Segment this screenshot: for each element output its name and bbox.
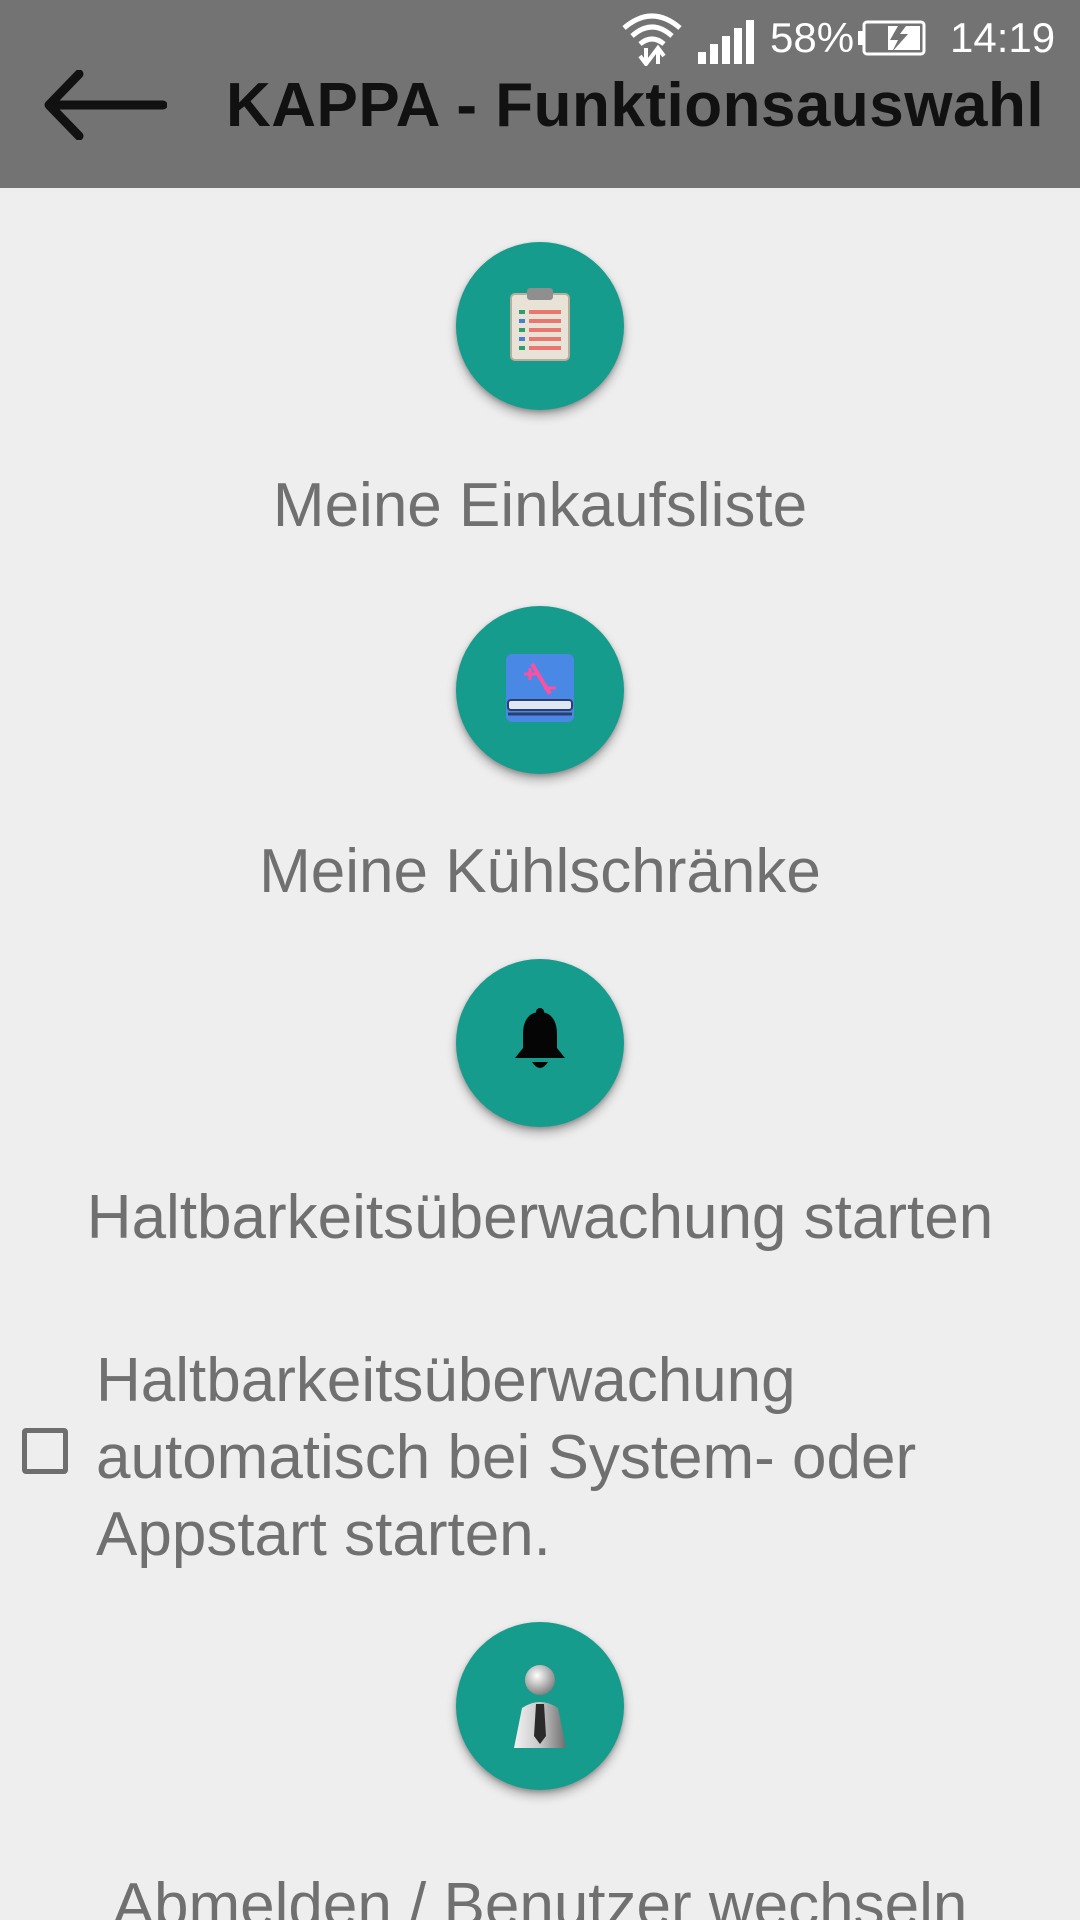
top-bar: 58% 14:19 KAPPA - Funktionsauswahl (0, 0, 1080, 188)
cell-signal-icon (696, 20, 756, 69)
fridges-label[interactable]: Meine Kühlschränke (0, 836, 1080, 907)
app-screen: 58% 14:19 KAPPA - Funktionsauswahl Meine… (0, 0, 1080, 1920)
shopping-list-button[interactable] (456, 242, 624, 410)
status-bar: 58% 14:19 (620, 0, 1080, 78)
wifi-icon (620, 8, 684, 71)
battery-percent: 58% (770, 14, 855, 61)
page-title: KAPPA - Funktionsauswahl (226, 71, 1045, 140)
autostart-checkbox[interactable] (22, 1428, 68, 1474)
start-monitoring-button[interactable] (456, 959, 624, 1127)
user-tie-icon (510, 1658, 570, 1755)
back-button[interactable] (40, 62, 170, 152)
clipboard-list-icon (507, 286, 573, 367)
logout-button[interactable] (456, 1622, 624, 1790)
autostart-checkbox-label[interactable]: Haltbarkeitsüberwachung automatisch bei … (96, 1342, 1036, 1573)
fridges-button[interactable] (456, 606, 624, 774)
logout-label[interactable]: Abmelden / Benutzer wechseln (0, 1870, 1080, 1920)
clock: 14:19 (950, 14, 1056, 61)
shopping-list-label[interactable]: Meine Einkaufsliste (0, 470, 1080, 541)
logout-label-container: Abmelden / Benutzer wechseln (0, 1790, 1080, 1920)
battery-charging-icon (858, 20, 928, 61)
arrow-left-icon (43, 69, 168, 145)
start-monitoring-label[interactable]: Haltbarkeitsüberwachung starten (0, 1182, 1080, 1253)
fridge-book-icon (502, 650, 578, 731)
bell-icon (511, 1007, 569, 1079)
